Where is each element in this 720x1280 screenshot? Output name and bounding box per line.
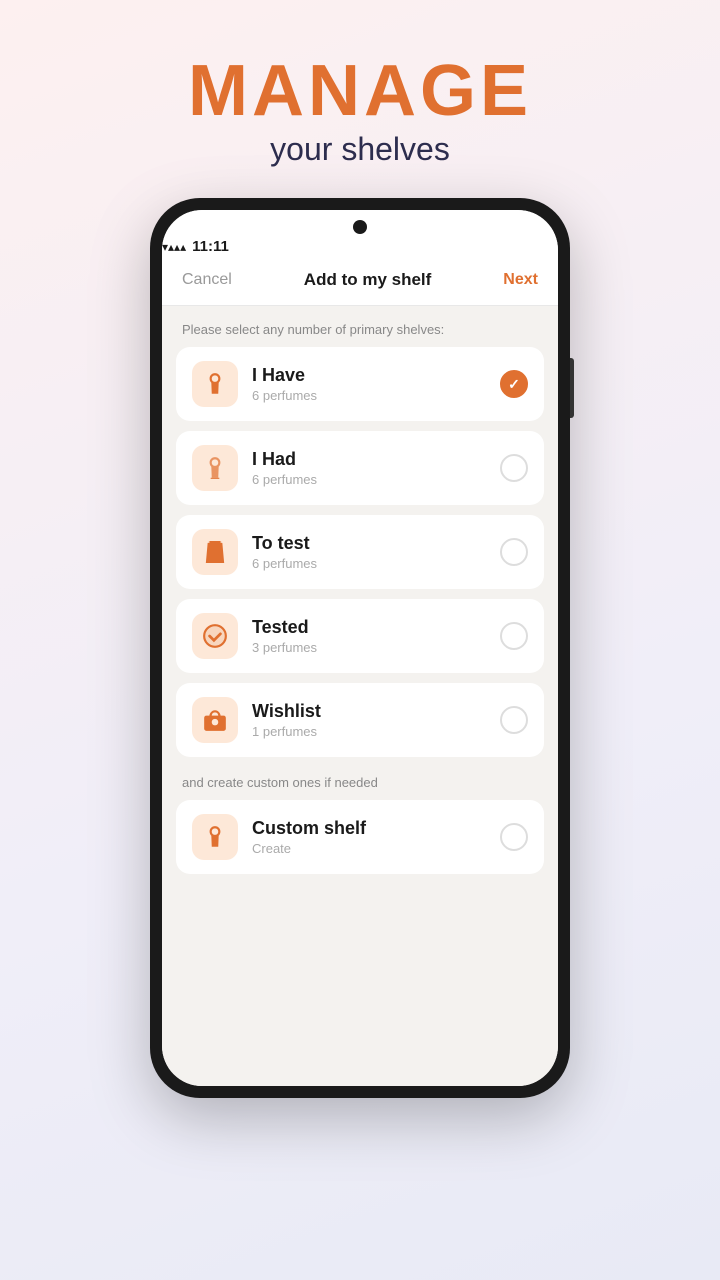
wifi-icon: ▾▴▴▴ xyxy=(162,240,186,254)
shelf-text-to-test: To test 6 perfumes xyxy=(252,533,500,571)
shelf-item-to-test[interactable]: To test 6 perfumes xyxy=(176,515,544,589)
primary-section-label: Please select any number of primary shel… xyxy=(162,306,558,347)
nav-title: Add to my shelf xyxy=(304,270,432,290)
shelf-icon-wrap-to-test xyxy=(192,529,238,575)
shelf-text-i-have: I Have 6 perfumes xyxy=(252,365,500,403)
secondary-section-label: and create custom ones if needed xyxy=(162,767,558,800)
page-header: MANAGE your shelves xyxy=(188,55,532,168)
shelf-item-i-have[interactable]: I Have 6 perfumes xyxy=(176,347,544,421)
shelf-name-i-have: I Have xyxy=(252,365,500,386)
shelf-count-wishlist: 1 perfumes xyxy=(252,724,500,739)
shelf-checkbox-to-test[interactable] xyxy=(500,538,528,566)
shelf-count-i-had: 6 perfumes xyxy=(252,472,500,487)
custom-shelf-checkbox[interactable] xyxy=(500,823,528,851)
shelf-icon-wrap-tested xyxy=(192,613,238,659)
shelf-count-i-have: 6 perfumes xyxy=(252,388,500,403)
custom-shelf-subtitle: Create xyxy=(252,841,500,856)
custom-shelf-icon xyxy=(202,824,228,850)
status-right: ▾▴▴▴ 11:11 xyxy=(162,238,558,255)
shelf-text-i-had: I Had 6 perfumes xyxy=(252,449,500,487)
shelf-count-to-test: 6 perfumes xyxy=(252,556,500,571)
manage-title: MANAGE xyxy=(188,55,532,127)
shelf-item-tested[interactable]: Tested 3 perfumes xyxy=(176,599,544,673)
custom-shelf-text: Custom shelf Create xyxy=(252,818,500,856)
shelf-item-wishlist[interactable]: Wishlist 1 perfumes xyxy=(176,683,544,757)
next-button[interactable]: Next xyxy=(503,271,538,289)
shelf-count-tested: 3 perfumes xyxy=(252,640,500,655)
status-bar: ▾▴▴▴ 11:11 xyxy=(162,210,558,254)
shelf-icon-wrap-i-had xyxy=(192,445,238,491)
shelf-icon-wrap-i-have xyxy=(192,361,238,407)
shelf-checkbox-wishlist[interactable] xyxy=(500,706,528,734)
shelf-checkbox-i-had[interactable] xyxy=(500,454,528,482)
cancel-button[interactable]: Cancel xyxy=(182,271,232,289)
custom-shelf-item[interactable]: Custom shelf Create xyxy=(176,800,544,874)
shelf-list-content: Please select any number of primary shel… xyxy=(162,306,558,1086)
shelf-text-tested: Tested 3 perfumes xyxy=(252,617,500,655)
subtitle: your shelves xyxy=(188,131,532,168)
shelf-icon-wrap-wishlist xyxy=(192,697,238,743)
shelf-checkbox-tested[interactable] xyxy=(500,622,528,650)
shelf-name-to-test: To test xyxy=(252,533,500,554)
custom-shelf-icon-wrap xyxy=(192,814,238,860)
status-time: 11:11 xyxy=(192,238,229,255)
shelf-items-container: I Have 6 perfumes I Had 6 perfumes To te… xyxy=(162,347,558,757)
custom-shelf-name: Custom shelf xyxy=(252,818,500,839)
shelf-item-i-had[interactable]: I Had 6 perfumes xyxy=(176,431,544,505)
shelf-text-wishlist: Wishlist 1 perfumes xyxy=(252,701,500,739)
shelf-checkbox-i-have[interactable] xyxy=(500,370,528,398)
nav-bar: Cancel Add to my shelf Next xyxy=(162,254,558,306)
phone-frame: ▾▴▴▴ 11:11 Cancel Add to my shelf Next P… xyxy=(150,198,570,1098)
shelf-name-tested: Tested xyxy=(252,617,500,638)
phone-screen: ▾▴▴▴ 11:11 Cancel Add to my shelf Next P… xyxy=(162,210,558,1086)
shelf-name-i-had: I Had xyxy=(252,449,500,470)
camera-dot xyxy=(353,220,367,234)
shelf-name-wishlist: Wishlist xyxy=(252,701,500,722)
